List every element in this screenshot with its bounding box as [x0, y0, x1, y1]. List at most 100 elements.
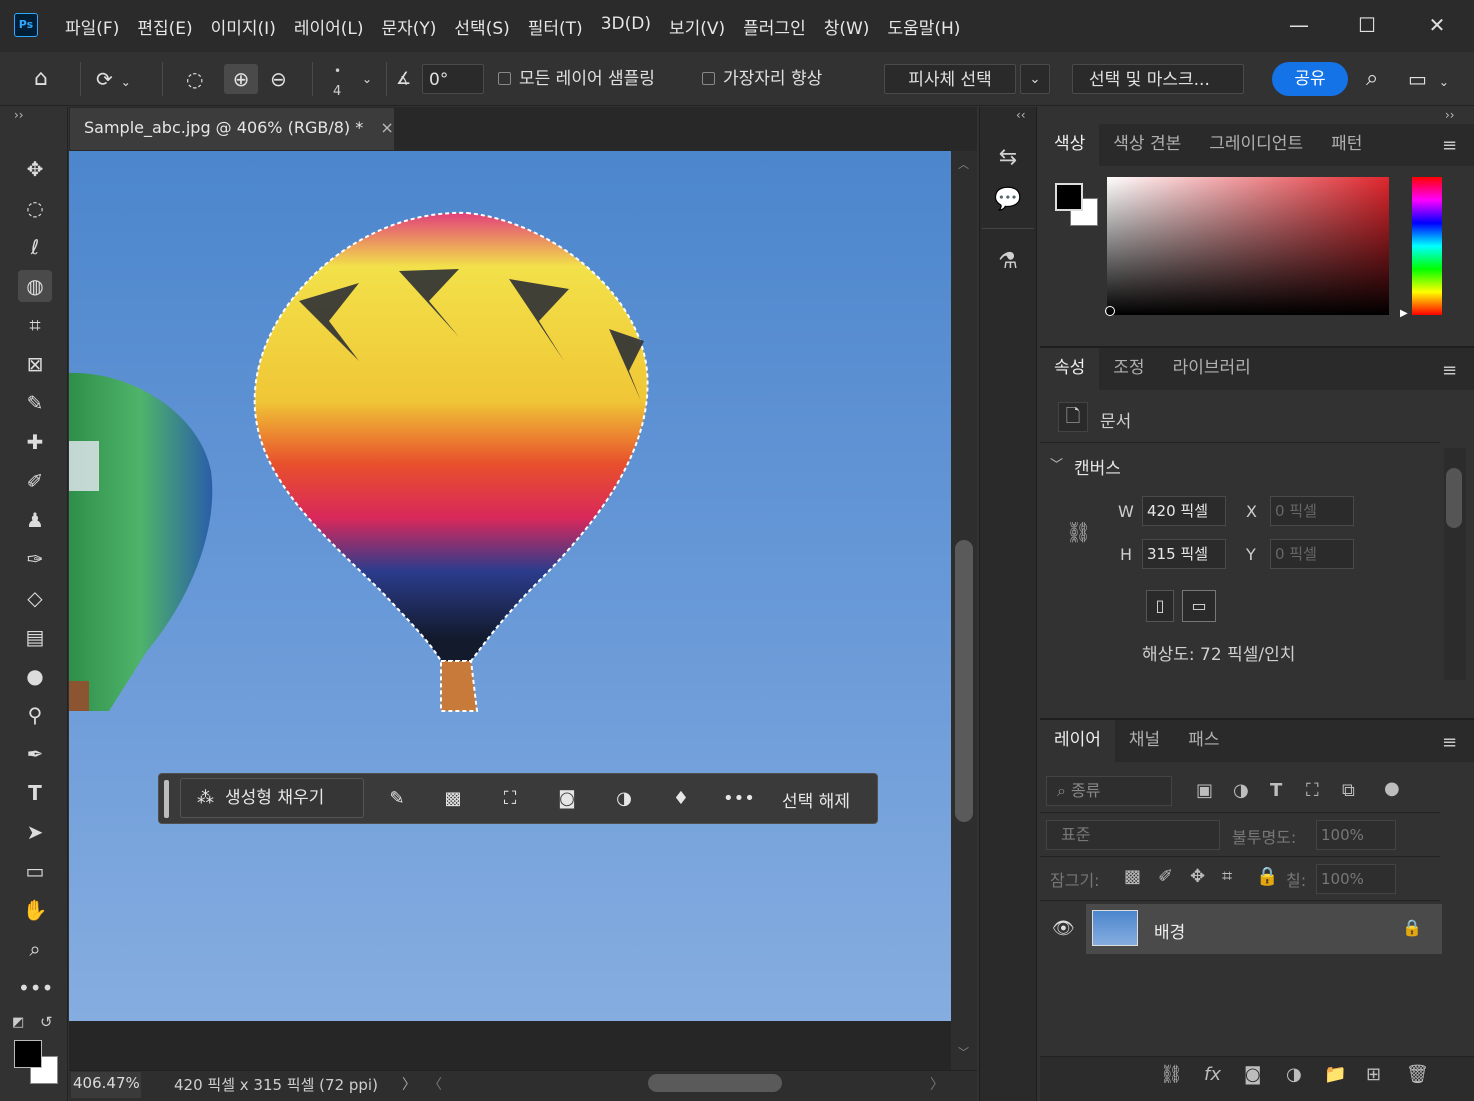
new-adjustment-layer-icon[interactable]: ◑: [1286, 1064, 1302, 1085]
layer-row-background[interactable]: [1086, 904, 1442, 954]
select-subject-button[interactable]: 피사체 선택: [884, 64, 1016, 94]
close-tab-icon[interactable]: ×: [380, 118, 393, 137]
share-button[interactable]: 공유: [1272, 62, 1348, 96]
stamp-tool-icon[interactable]: ♟: [18, 504, 52, 536]
filter-toggle-icon[interactable]: ●: [1384, 778, 1400, 799]
menu-filter[interactable]: 필터(T): [519, 14, 592, 39]
layers-panel-menu-icon[interactable]: ≡: [1442, 732, 1462, 753]
new-layer-icon[interactable]: ⊞: [1366, 1064, 1381, 1085]
menu-window[interactable]: 창(W): [815, 14, 879, 39]
link-icon[interactable]: ⛓: [1066, 520, 1091, 544]
layer-name[interactable]: 배경: [1154, 918, 1185, 943]
hue-slider-marker[interactable]: ▶: [1400, 308, 1408, 319]
filter-type-icon[interactable]: T: [1270, 780, 1282, 801]
subtract-selection-icon[interactable]: ⊖: [270, 64, 287, 94]
tab-layers[interactable]: 레이어: [1040, 720, 1115, 762]
x-input[interactable]: 0 픽셀: [1270, 496, 1354, 526]
collapse-right-icon[interactable]: ››: [1445, 108, 1455, 122]
tab-adjustments[interactable]: 조정: [1099, 348, 1158, 390]
width-input[interactable]: 420 픽셀: [1142, 496, 1226, 526]
canvas-image[interactable]: [69, 151, 951, 1021]
deselect-button[interactable]: 선택 해제: [782, 787, 850, 812]
rectangle-tool-icon[interactable]: ▭: [18, 855, 52, 887]
menu-help[interactable]: 도움말(H): [878, 14, 969, 39]
mask-icon[interactable]: ◙: [552, 785, 582, 813]
tab-gradients[interactable]: 그레이디언트: [1195, 124, 1317, 166]
collapse-toolbar-icon[interactable]: ››: [14, 108, 24, 122]
tab-channels[interactable]: 채널: [1115, 720, 1174, 762]
menu-file[interactable]: 파일(F): [56, 14, 128, 39]
collapse-left-icon[interactable]: ‹‹: [1016, 108, 1026, 122]
color-picker-marker[interactable]: [1105, 306, 1115, 316]
sample-all-layers-checkbox[interactable]: 모든 레이어 샘플링: [498, 64, 655, 94]
gradient-tool-icon[interactable]: ▤: [18, 621, 52, 653]
select-subject-dropdown[interactable]: ⌄: [1020, 64, 1050, 94]
comments-panel-icon[interactable]: 💬: [990, 180, 1026, 220]
invert-selection-icon[interactable]: ▩: [438, 785, 468, 813]
menu-layer[interactable]: 레이어(L): [285, 14, 373, 39]
hue-slider[interactable]: [1412, 177, 1442, 315]
tool-preset-picker[interactable]: ⟳ ⌄: [96, 64, 131, 94]
marquee-tool-icon[interactable]: ◌: [18, 192, 52, 224]
add-to-selection-icon[interactable]: ⊕: [224, 64, 258, 94]
status-arrow-icon[interactable]: 〉: [402, 1074, 416, 1094]
brush-tool-icon[interactable]: ✐: [18, 465, 52, 497]
landscape-orientation-icon[interactable]: ▭: [1182, 590, 1216, 622]
horizontal-scroll-thumb[interactable]: [648, 1074, 782, 1092]
minimize-button[interactable]: —: [1284, 10, 1314, 40]
menu-plugins[interactable]: 플러그인: [734, 14, 815, 39]
scroll-right-icon[interactable]: 〉: [930, 1074, 944, 1094]
default-colors-icon[interactable]: ◩: [12, 1015, 24, 1030]
menu-view[interactable]: 보기(V): [660, 14, 734, 39]
layer-lock-icon[interactable]: 🔒: [1402, 918, 1422, 937]
properties-scroll-thumb[interactable]: [1446, 468, 1462, 528]
link-layers-icon[interactable]: ⛓: [1160, 1064, 1183, 1085]
chevron-down-icon[interactable]: ﹀: [1050, 454, 1063, 473]
history-brush-tool-icon[interactable]: ✑: [18, 543, 52, 575]
more-options-icon[interactable]: •••: [723, 785, 755, 813]
tab-libraries[interactable]: 라이브러리: [1159, 348, 1265, 390]
menu-3d[interactable]: 3D(D): [592, 14, 660, 39]
workspace-icon[interactable]: ▭ ⌄: [1408, 64, 1449, 94]
new-group-icon[interactable]: 📁: [1324, 1064, 1346, 1085]
close-button[interactable]: ✕: [1422, 10, 1452, 40]
y-input[interactable]: 0 픽셀: [1270, 539, 1354, 569]
swap-colors-icon[interactable]: ↺: [40, 1013, 53, 1031]
menu-select[interactable]: 선택(S): [445, 14, 518, 39]
menu-image[interactable]: 이미지(I): [202, 14, 285, 39]
enhance-edge-checkbox[interactable]: 가장자리 향상: [702, 64, 822, 94]
brush-size-value[interactable]: 4: [333, 84, 341, 99]
fill-input[interactable]: 100%: [1316, 864, 1396, 894]
new-selection-icon[interactable]: ◌: [186, 64, 203, 94]
lock-all-icon[interactable]: 🔒: [1256, 866, 1278, 887]
move-tool-icon[interactable]: ✥: [18, 153, 52, 185]
blur-tool-icon[interactable]: ●: [18, 660, 52, 692]
pen-tool-icon[interactable]: ✒: [18, 738, 52, 770]
add-mask-icon[interactable]: ◙: [1244, 1064, 1261, 1085]
frame-tool-icon[interactable]: ⊠: [18, 348, 52, 380]
zoom-tool-icon[interactable]: ⌕: [18, 933, 52, 965]
lock-paint-icon[interactable]: ✐: [1158, 866, 1173, 887]
tab-paths[interactable]: 패스: [1174, 720, 1233, 762]
fx-icon[interactable]: fx: [1204, 1064, 1221, 1085]
generative-fill-button[interactable]: ⁂ 생성형 채우기: [180, 778, 364, 818]
healing-brush-tool-icon[interactable]: ✚: [18, 426, 52, 458]
foreground-color-swatch[interactable]: [14, 1040, 42, 1068]
height-input[interactable]: 315 픽셀: [1142, 539, 1226, 569]
canvas-section-title[interactable]: 캔버스: [1074, 454, 1121, 479]
lock-transparent-icon[interactable]: ▩: [1124, 866, 1141, 887]
eyedropper-tool-icon[interactable]: ✎: [18, 387, 52, 419]
blend-mode-dropdown[interactable]: 표준: [1046, 820, 1220, 850]
more-tools-icon[interactable]: •••: [18, 972, 53, 1004]
home-icon[interactable]: ⌂: [34, 64, 48, 94]
hand-tool-icon[interactable]: ✋: [18, 894, 52, 926]
portrait-orientation-icon[interactable]: ▯: [1146, 590, 1174, 622]
flask-icon[interactable]: ⚗: [990, 242, 1026, 282]
search-icon[interactable]: ⌕: [1366, 64, 1378, 94]
type-tool-icon[interactable]: T: [18, 777, 52, 809]
history-panel-icon[interactable]: ⇆: [990, 138, 1026, 178]
lasso-tool-icon[interactable]: ℓ: [18, 231, 52, 263]
angle-input[interactable]: 0°: [422, 64, 484, 94]
scroll-left-icon[interactable]: 〈: [428, 1074, 442, 1094]
fill-bucket-icon[interactable]: ♦: [666, 785, 696, 813]
